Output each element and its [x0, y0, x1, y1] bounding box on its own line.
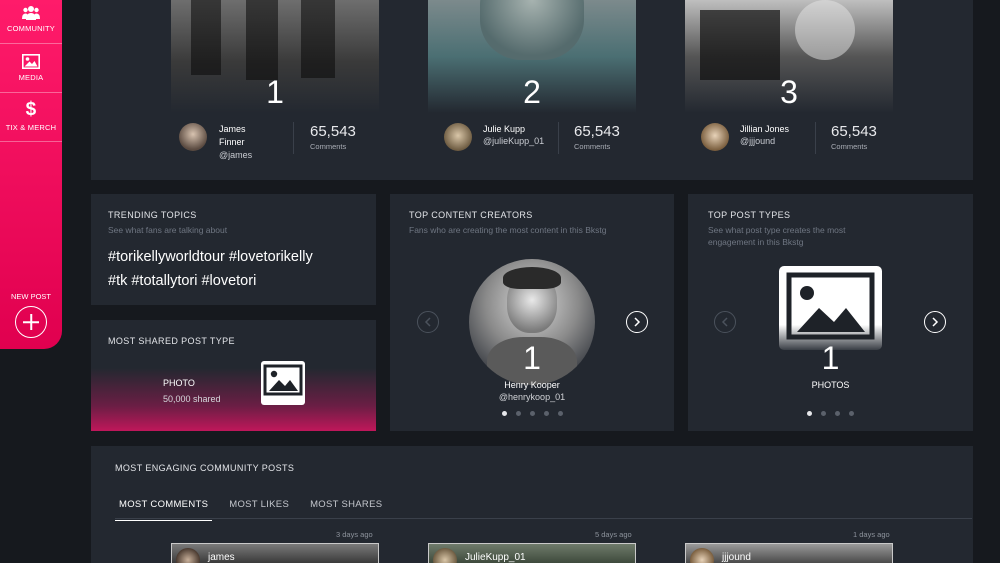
shared-type: PHOTO	[163, 378, 195, 388]
leader-entry[interactable]: Julie Kupp @julieKupp_01 65,543 Comments	[444, 120, 644, 165]
pagination-dots	[688, 411, 973, 416]
pagination-dots	[390, 411, 674, 416]
new-post-button[interactable]: NEW POST	[0, 292, 62, 338]
card-subtitle: See what fans are talking about	[108, 225, 228, 235]
sidebar-item-label: COMMUNITY	[6, 24, 56, 33]
page-dot[interactable]	[849, 411, 854, 416]
plus-icon	[15, 306, 47, 338]
card-title: TRENDING TOPICS	[108, 210, 197, 220]
post-thumbnail[interactable]: jjjound	[685, 543, 893, 563]
avatar	[701, 123, 729, 151]
card-title: TOP POST TYPES	[708, 210, 791, 220]
image-icon	[22, 54, 40, 69]
leader-entry[interactable]: James Finner @james 65,543 Comments	[179, 120, 379, 165]
leaderboard-panel: 1 2 3 James Finner @james 65,543 Comment…	[91, 0, 973, 180]
shared-count: 50,000 shared	[163, 394, 221, 404]
trending-topics-card: TRENDING TOPICS See what fans are talkin…	[91, 194, 376, 305]
chevron-right-icon	[634, 317, 641, 327]
engaging-posts-panel: MOST ENGAGING COMMUNITY POSTS MOST COMME…	[91, 446, 973, 563]
count-label: Comments	[831, 142, 868, 151]
creator-handle: @henrykoop_01	[498, 392, 566, 402]
post-author: JulieKupp_01	[465, 552, 526, 563]
page-dot[interactable]	[543, 411, 549, 416]
page-dot[interactable]	[835, 411, 840, 416]
prev-arrow-button[interactable]	[417, 311, 439, 333]
top-content-creators-card: TOP CONTENT CREATORS Fans who are creati…	[390, 194, 674, 431]
comment-count: 65,543	[574, 123, 620, 140]
leader-photo[interactable]: 1	[171, 0, 379, 113]
card-subtitle: See what post type creates the most enga…	[708, 225, 846, 247]
comment-count: 65,543	[310, 123, 356, 140]
page-dot[interactable]	[557, 411, 563, 416]
divider	[0, 43, 62, 44]
avatar	[444, 123, 472, 151]
leader-photo[interactable]: 3	[685, 0, 893, 113]
creator-name: Henry Kooper	[504, 380, 560, 390]
card-subtitle: Fans who are creating the most content i…	[409, 225, 607, 235]
post-time: 1 days ago	[853, 530, 890, 539]
avatar	[176, 548, 200, 563]
creator-name: Jillian Jones	[740, 124, 790, 134]
creator-rank: 1	[523, 340, 541, 376]
creator-name: James Finner	[219, 124, 246, 147]
top-post-types-card: TOP POST TYPES See what post type create…	[688, 194, 973, 431]
post-thumbnail[interactable]: JulieKupp_01	[428, 543, 636, 563]
post-type-label: PHOTOS	[811, 380, 850, 390]
hashtag-line[interactable]: #tk #totallytori #lovetori	[108, 269, 368, 293]
page-dot[interactable]	[529, 411, 535, 416]
sidebar-item-label: TIX & MERCH	[5, 123, 57, 132]
rank-number: 1	[266, 74, 284, 110]
post-author: james	[208, 552, 235, 563]
trending-hashtags[interactable]: #torikellyworldtour #lovetorikelly #tk #…	[108, 245, 368, 293]
rank-number: 3	[780, 74, 798, 110]
sidebar: COMMUNITY MEDIA $ TIX & MERCH NEW POST	[0, 0, 62, 349]
photo-icon	[261, 361, 305, 405]
post-author: jjjound	[722, 552, 751, 563]
post-type-rank: 1	[821, 340, 840, 376]
prev-arrow-button[interactable]	[714, 311, 736, 333]
next-arrow-button[interactable]	[924, 311, 946, 333]
post-time: 3 days ago	[336, 530, 373, 539]
leader-entry[interactable]: Jillian Jones @jjjound 65,543 Comments	[701, 120, 901, 165]
page-dot[interactable]	[501, 411, 507, 416]
sidebar-item-tix-merch[interactable]: $ TIX & MERCH	[0, 100, 62, 132]
sidebar-item-community[interactable]: COMMUNITY	[0, 5, 62, 33]
chevron-left-icon	[721, 317, 728, 327]
card-title: MOST ENGAGING COMMUNITY POSTS	[115, 463, 295, 473]
chevron-left-icon	[424, 317, 431, 327]
avatar	[690, 548, 714, 563]
most-shared-card: MOST SHARED POST TYPE PHOTO 50,000 share…	[91, 320, 376, 431]
comment-count: 65,543	[831, 123, 877, 140]
creator-name: Julie Kupp	[483, 124, 526, 134]
page-dot[interactable]	[515, 411, 521, 416]
avatar	[179, 123, 207, 151]
dollar-icon: $	[25, 99, 37, 120]
creator-handle: @julieKupp_01	[483, 136, 545, 146]
card-title: MOST SHARED POST TYPE	[108, 336, 235, 346]
card-title: TOP CONTENT CREATORS	[409, 210, 533, 220]
sidebar-item-media[interactable]: MEDIA	[0, 54, 62, 82]
page-dot[interactable]	[807, 411, 812, 416]
divider	[0, 141, 62, 142]
new-post-label: NEW POST	[10, 292, 51, 301]
community-icon	[22, 6, 40, 20]
photo-icon	[779, 266, 882, 350]
hashtag-line[interactable]: #torikellyworldtour #lovetorikelly	[108, 245, 368, 269]
leader-photo[interactable]: 2	[428, 0, 636, 113]
divider	[0, 92, 62, 93]
post-thumbnail[interactable]: james	[171, 543, 379, 563]
rank-number: 2	[523, 74, 541, 110]
creator-handle: @jjjound	[740, 136, 776, 146]
post-time: 5 days ago	[595, 530, 632, 539]
creator-handle: @james	[219, 150, 253, 160]
chevron-right-icon	[932, 317, 939, 327]
count-label: Comments	[574, 142, 611, 151]
avatar	[433, 548, 457, 563]
page-dot[interactable]	[821, 411, 826, 416]
next-arrow-button[interactable]	[626, 311, 648, 333]
count-label: Comments	[310, 142, 347, 151]
sidebar-item-label: MEDIA	[18, 73, 44, 82]
